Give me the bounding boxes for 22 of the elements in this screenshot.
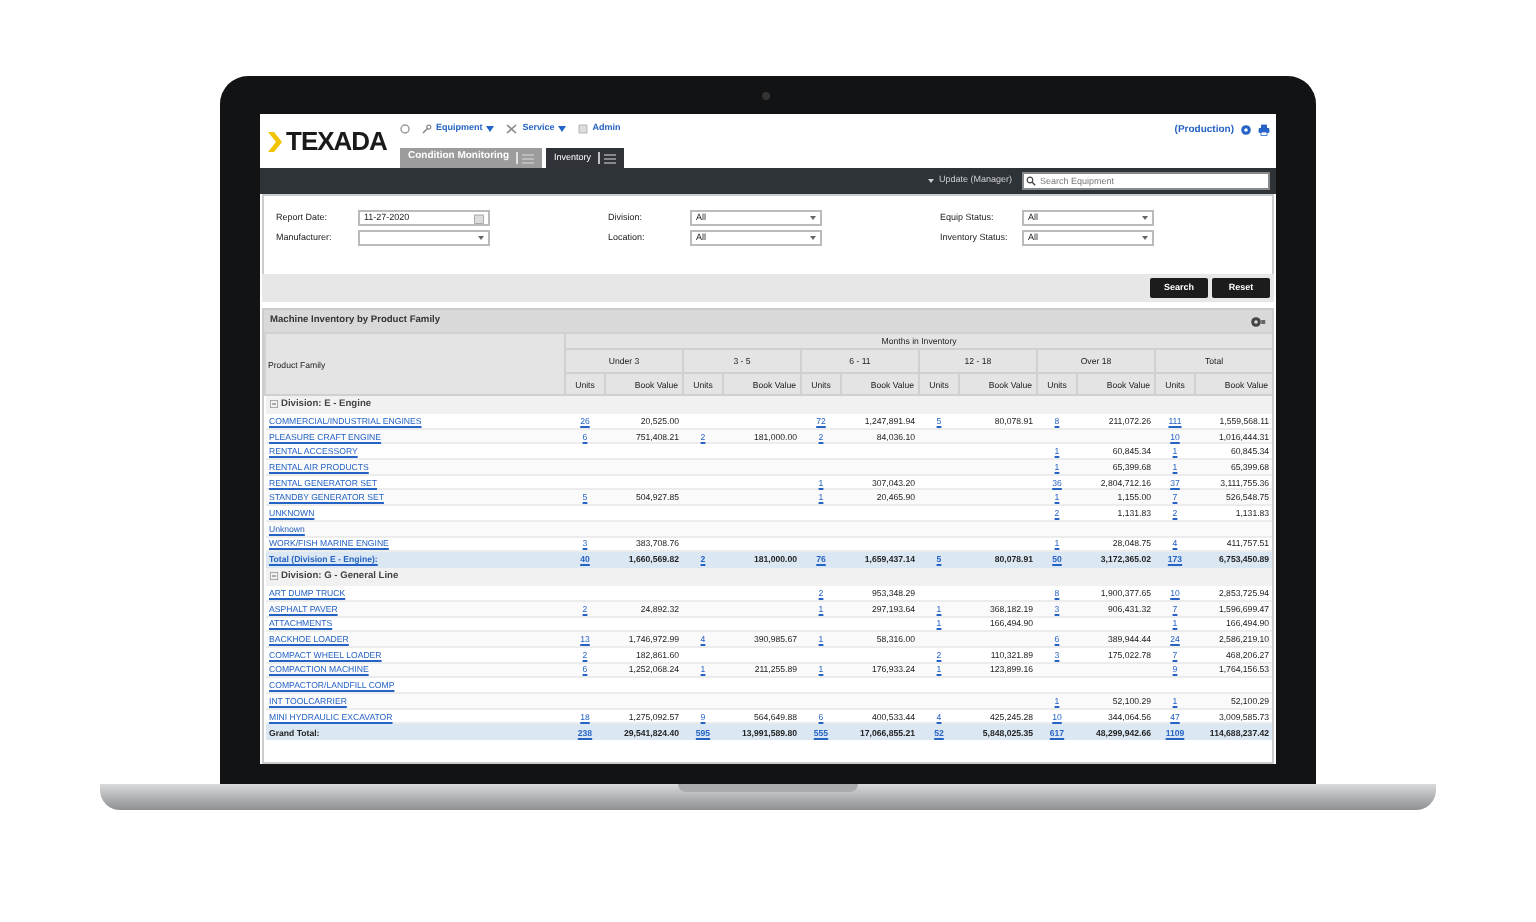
caret-icon bbox=[478, 236, 484, 240]
caret-icon bbox=[1142, 216, 1148, 220]
caret-icon bbox=[486, 125, 495, 132]
logo-text: TEXADA bbox=[286, 123, 387, 160]
menu-icon[interactable] bbox=[604, 153, 617, 163]
collapse-icon[interactable] bbox=[269, 400, 277, 409]
caret-icon bbox=[928, 178, 935, 184]
dropdown[interactable] bbox=[358, 230, 490, 246]
wrench-icon bbox=[422, 123, 432, 134]
calendar-icon[interactable] bbox=[474, 213, 484, 223]
chevron-logo-icon bbox=[268, 131, 282, 151]
printer-icon[interactable] bbox=[1258, 124, 1270, 136]
collapse-icon[interactable] bbox=[269, 572, 277, 581]
settings-icon[interactable] bbox=[1240, 124, 1252, 136]
circle-icon[interactable] bbox=[400, 123, 410, 134]
caret-icon bbox=[1142, 236, 1148, 240]
caret-icon bbox=[558, 125, 567, 132]
caret-icon bbox=[810, 236, 816, 240]
search-icon bbox=[1026, 176, 1036, 186]
page-icon bbox=[578, 123, 589, 134]
settings-icon[interactable] bbox=[1250, 315, 1266, 327]
caret-icon bbox=[810, 216, 816, 220]
